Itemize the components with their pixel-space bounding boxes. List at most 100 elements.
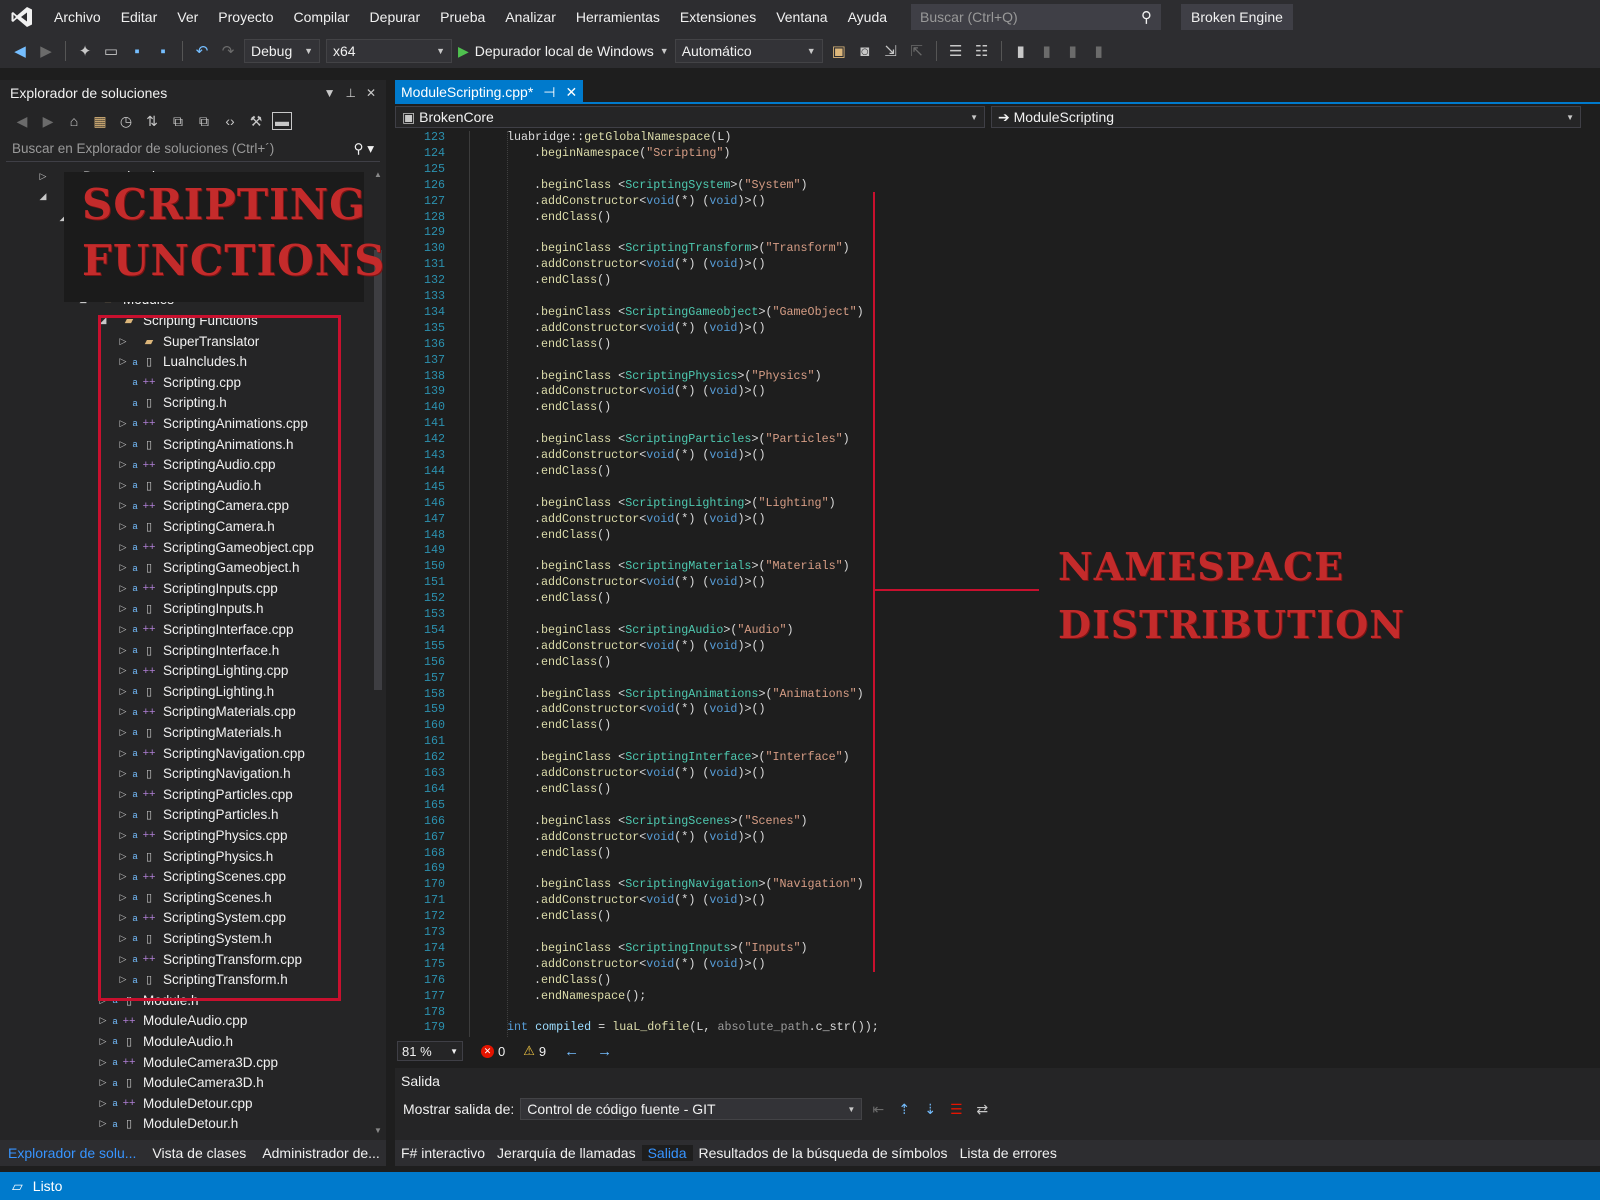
pin-icon[interactable]: ⊣ (543, 84, 555, 101)
code-line[interactable]: 144 .endClass() (395, 464, 1600, 480)
tree-file[interactable]: ▷ a ▯ ModuleDetour.h (0, 1114, 372, 1135)
code-line[interactable]: 167 .addConstructor<void(*) (void)>() (395, 830, 1600, 846)
code-line[interactable]: 179 int compiled = luaL_dofile(L, absolut… (395, 1020, 1600, 1036)
code-editor[interactable]: 123 luabridge::getGlobalNamespace(L) 124 .b… (395, 131, 1600, 1037)
code-line[interactable]: 136 .endClass() (395, 337, 1600, 353)
code-line[interactable]: 137 (395, 353, 1600, 369)
find-in-files-icon[interactable]: ▣ (829, 42, 849, 60)
tab-error-list[interactable]: Lista de errores (954, 1145, 1063, 1161)
code-line[interactable]: 154 .beginClass <ScriptingAudio>("Audio") (395, 623, 1600, 639)
forward-icon[interactable]: ▶ (36, 42, 56, 60)
code-line[interactable]: 148 .endClass() (395, 528, 1600, 544)
sync-icon[interactable]: ⇅ (142, 113, 162, 130)
start-debugging-button[interactable]: ▶ Depurador local de Windows ▼ (458, 43, 669, 60)
code-line[interactable]: 169 (395, 861, 1600, 877)
platform-select[interactable]: x64 ▼ (326, 39, 452, 63)
tree-file[interactable]: ▷ a ++ ModuleCamera3D.cpp (0, 1052, 372, 1073)
panel-menu-icon[interactable]: ▼ (324, 86, 336, 100)
code-line[interactable]: 145 (395, 480, 1600, 496)
step-into-icon[interactable]: ⇲ (881, 42, 901, 60)
code-line[interactable]: 156 .endClass() (395, 655, 1600, 671)
code-line[interactable]: 142 .beginClass <ScriptingParticles>("Par… (395, 432, 1600, 448)
tab-output[interactable]: Salida (641, 1145, 693, 1161)
new-project-icon[interactable]: ✦ (75, 42, 95, 60)
warning-count[interactable]: ⚠ 9 (523, 1043, 546, 1059)
code-line[interactable]: 160 .endClass() (395, 718, 1600, 734)
code-line[interactable]: 147 .addConstructor<void(*) (void)>() (395, 512, 1600, 528)
previous-message-icon[interactable]: ⇡ (894, 1101, 914, 1118)
scope-select[interactable]: ➔ ModuleScripting ▼ (991, 106, 1581, 128)
code-line[interactable]: 174 .beginClass <ScriptingInputs>("Inputs… (395, 941, 1600, 957)
menu-ver[interactable]: Ver (167, 0, 208, 34)
code-line[interactable]: 173 (395, 925, 1600, 941)
code-line[interactable]: 152 .endClass() (395, 591, 1600, 607)
scrollbar-thumb[interactable] (374, 250, 382, 690)
code-line[interactable]: 138 .beginClass <ScriptingPhysics>("Physi… (395, 369, 1600, 385)
comment-icon[interactable]: ☷ (972, 42, 992, 60)
expand-icon[interactable]: ▷ (96, 1118, 110, 1129)
code-line[interactable]: 146 .beginClass <ScriptingLighting>("Ligh… (395, 496, 1600, 512)
code-line[interactable]: 143 .addConstructor<void(*) (void)>() (395, 448, 1600, 464)
save-icon[interactable]: ▪ (127, 43, 147, 60)
previous-issue-icon[interactable]: ← (564, 1043, 579, 1060)
code-line[interactable]: 133 (395, 289, 1600, 305)
next-message-icon[interactable]: ⇣ (920, 1101, 940, 1118)
code-line[interactable]: 164 .endClass() (395, 782, 1600, 798)
pending-changes-icon[interactable]: ◷ (116, 113, 136, 130)
code-line[interactable]: 129 (395, 225, 1600, 241)
view-code-icon[interactable]: ‹› (220, 113, 240, 129)
code-line[interactable]: 125 (395, 162, 1600, 178)
clear-all-icon[interactable]: ☰ (946, 1101, 966, 1118)
save-all-icon[interactable]: ▪ (153, 43, 173, 60)
code-line[interactable]: 130 .beginClass <ScriptingTransform>("Tra… (395, 241, 1600, 257)
code-line[interactable]: 175 .addConstructor<void(*) (void)>() (395, 957, 1600, 973)
code-line[interactable]: 150 .beginClass <ScriptingMaterials>("Mat… (395, 559, 1600, 575)
scroll-up-icon[interactable]: ▲ (372, 170, 384, 179)
code-line[interactable]: 172 .endClass() (395, 909, 1600, 925)
tree-file[interactable]: ▷ a ++ ModuleDetour.cpp (0, 1093, 372, 1114)
screenshot-icon[interactable]: ◙ (855, 43, 875, 60)
tab-class-view[interactable]: Vista de clases (144, 1145, 254, 1161)
close-icon[interactable]: ✕ (366, 86, 376, 100)
code-line[interactable]: 163 .addConstructor<void(*) (void)>() (395, 766, 1600, 782)
back-icon[interactable]: ◀ (12, 113, 32, 130)
tab-property-manager[interactable]: Administrador de... (254, 1145, 388, 1161)
tab-call-hierarchy[interactable]: Jerarquía de llamadas (491, 1145, 642, 1161)
code-line[interactable]: 161 (395, 734, 1600, 750)
code-line[interactable]: 177 .endNamespace(); (395, 989, 1600, 1005)
solution-scrollbar[interactable]: ▲ ▼ (372, 170, 384, 1135)
next-bookmark-icon[interactable]: ▮ (1063, 42, 1083, 60)
scroll-down-icon[interactable]: ▼ (372, 1126, 384, 1135)
forward-icon[interactable]: ▶ (38, 113, 58, 130)
tab-solution-explorer[interactable]: Explorador de solu... (0, 1145, 144, 1161)
code-line[interactable]: 131 .addConstructor<void(*) (void)>() (395, 257, 1600, 273)
search-input[interactable]: Buscar (Ctrl+Q) ⚲ (911, 4, 1162, 30)
code-line[interactable]: 170 .beginClass <ScriptingNavigation>("Na… (395, 877, 1600, 893)
preview-icon[interactable]: ▬ (272, 112, 292, 130)
redo-icon[interactable]: ↷ (218, 42, 238, 60)
solution-search-input[interactable]: Buscar en Explorador de soluciones (Ctrl… (6, 136, 380, 162)
menu-archivo[interactable]: Archivo (44, 0, 111, 34)
code-line[interactable]: 132 .endClass() (395, 273, 1600, 289)
expand-icon[interactable]: ▷ (96, 1057, 110, 1068)
code-line[interactable]: 135 .addConstructor<void(*) (void)>() (395, 321, 1600, 337)
code-line[interactable]: 149 (395, 543, 1600, 559)
code-line[interactable]: 162 .beginClass <ScriptingInterface>("Int… (395, 750, 1600, 766)
show-all-files-icon[interactable]: ⧉ (194, 113, 214, 130)
undo-icon[interactable]: ↶ (192, 42, 212, 60)
switch-views-icon[interactable]: ▦ (90, 113, 110, 130)
back-icon[interactable]: ◀ (10, 42, 30, 60)
word-wrap-icon[interactable]: ⇄ (972, 1101, 992, 1118)
code-line[interactable]: 127 .addConstructor<void(*) (void)>() (395, 194, 1600, 210)
error-count[interactable]: ✕ 0 (481, 1044, 505, 1059)
code-line[interactable]: 141 (395, 416, 1600, 432)
tab-fsharp-interactive[interactable]: F# interactivo (395, 1145, 491, 1161)
menu-prueba[interactable]: Prueba (430, 0, 495, 34)
menu-extensiones[interactable]: Extensiones (670, 0, 766, 34)
output-source-select[interactable]: Control de código fuente - GIT ▼ (520, 1098, 863, 1120)
code-line[interactable]: 165 (395, 798, 1600, 814)
expand-icon[interactable]: ▷ (96, 1015, 110, 1026)
clear-bookmarks-icon[interactable]: ▮ (1089, 42, 1109, 60)
code-line[interactable]: 178 (395, 1005, 1600, 1021)
collapse-icon[interactable]: ◢ (36, 191, 50, 202)
